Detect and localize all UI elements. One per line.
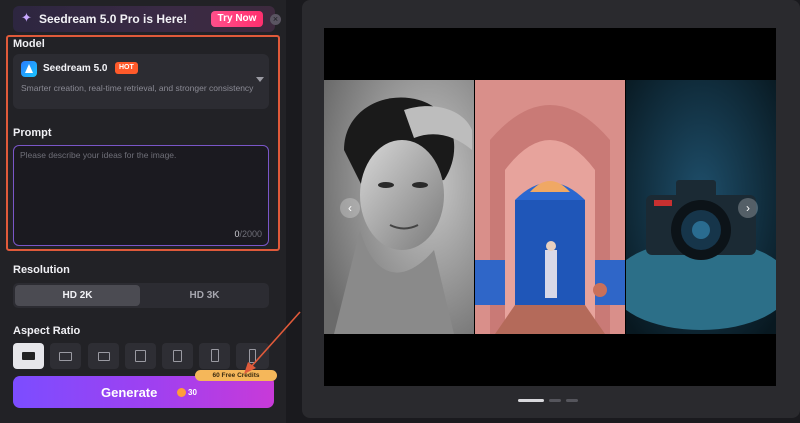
carousel-next-button[interactable]: › <box>738 198 758 218</box>
carousel-dot-3[interactable] <box>566 399 578 402</box>
carousel-dot-2[interactable] <box>549 399 561 402</box>
carousel-dot-1[interactable] <box>518 399 544 402</box>
carousel-prev-button[interactable]: ‹ <box>340 198 360 218</box>
carousel-slide-doorway <box>475 80 625 334</box>
